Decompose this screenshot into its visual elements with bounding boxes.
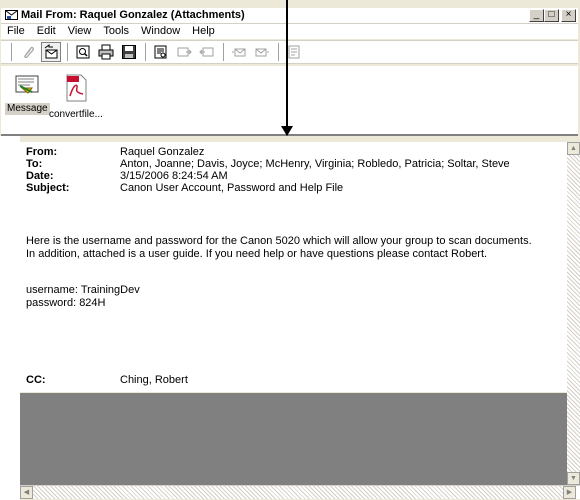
next-message-icon[interactable]: [252, 42, 272, 62]
close-button[interactable]: ×: [561, 9, 576, 22]
from-label: From:: [26, 146, 58, 158]
pdf-file-icon: [66, 74, 87, 102]
menu-view[interactable]: View: [62, 24, 98, 39]
scroll-right-icon[interactable]: ▶: [563, 486, 576, 499]
date-label: Date:: [26, 170, 54, 182]
find-icon[interactable]: [151, 42, 171, 62]
scroll-left-icon[interactable]: ◀: [20, 486, 33, 499]
annotation-arrow-head: [281, 126, 293, 136]
menu-file[interactable]: File: [1, 24, 31, 39]
toolbar-separator: [145, 43, 146, 61]
vertical-scrollbar[interactable]: ▲ ▼: [567, 142, 580, 485]
to-row: To: Anton, Joanne; Davis, Joyce; McHenry…: [26, 158, 510, 170]
mail-window: Mail From: Raquel Gonzalez (Attachments)…: [0, 0, 580, 500]
body-line-2: In addition, attached is a user guide. I…: [26, 248, 488, 260]
subject-value: Canon User Account, Password and Help Fi…: [120, 182, 344, 194]
minimize-button[interactable]: _: [529, 9, 544, 22]
cc-row: CC: Ching, Robert: [26, 374, 188, 386]
mail-app-icon: [5, 10, 18, 20]
toolbar-separator: [223, 43, 224, 61]
empty-pane-area: [20, 393, 567, 485]
annotation-arrow-line: [286, 0, 288, 135]
print-icon[interactable]: [96, 42, 116, 62]
message-pane[interactable]: From: Raquel Gonzalez To: Anton, Joanne;…: [20, 142, 567, 392]
menu-bar: File Edit View Tools Window Help: [1, 24, 578, 39]
attachment-label: Message: [5, 103, 50, 115]
toolbar-separator: [278, 43, 279, 61]
window-controls: _ □ ×: [529, 9, 576, 22]
to-value: Anton, Joanne; Davis, Joyce; McHenry, Vi…: [120, 158, 510, 170]
from-value: Raquel Gonzalez: [120, 146, 205, 158]
save-icon[interactable]: [119, 42, 139, 62]
body-password: password: 824H: [26, 297, 106, 309]
toolbar-grip[interactable]: [7, 43, 12, 61]
to-label: To:: [26, 158, 43, 170]
toolbar: [1, 40, 578, 64]
subject-row: Subject: Canon User Account, Password an…: [26, 182, 343, 194]
scroll-down-icon[interactable]: ▼: [567, 472, 580, 485]
cc-value: Ching, Robert: [120, 374, 188, 386]
forward-icon[interactable]: [174, 42, 194, 62]
preview-icon[interactable]: [73, 42, 93, 62]
scroll-track[interactable]: [567, 155, 580, 472]
left-gutter: [0, 136, 20, 500]
body-line-1: Here is the username and password for th…: [26, 235, 532, 247]
menu-help[interactable]: Help: [186, 24, 221, 39]
maximize-button[interactable]: □: [544, 9, 559, 22]
message-envelope-icon: [15, 75, 39, 94]
toolbar-separator: [67, 43, 68, 61]
attach-paperclip-icon[interactable]: [18, 42, 38, 62]
scroll-up-icon[interactable]: ▲: [567, 142, 580, 155]
scroll-track[interactable]: [33, 486, 563, 499]
title-bar[interactable]: Mail From: Raquel Gonzalez (Attachments)…: [1, 8, 578, 24]
from-row: From: Raquel Gonzalez: [26, 146, 204, 158]
back-icon[interactable]: [197, 42, 217, 62]
window-title: Mail From: Raquel Gonzalez (Attachments): [21, 9, 245, 21]
menu-edit[interactable]: Edit: [31, 24, 62, 39]
cc-label: CC:: [26, 374, 46, 386]
date-row: Date: 3/15/2006 8:24:54 AM: [26, 170, 228, 182]
horizontal-scrollbar[interactable]: ◀ ▶: [20, 485, 580, 499]
attachment-label: convertfile...: [49, 109, 103, 120]
reply-all-icon[interactable]: [41, 42, 61, 62]
menu-tools[interactable]: Tools: [97, 24, 135, 39]
subject-label: Subject:: [26, 182, 70, 194]
previous-message-icon[interactable]: [229, 42, 249, 62]
menu-window[interactable]: Window: [135, 24, 186, 39]
body-username: username: TrainingDev: [26, 284, 140, 296]
attachment-message[interactable]: Message: [5, 74, 50, 115]
attachment-pdf[interactable]: convertfile...: [49, 74, 103, 121]
date-value: 3/15/2006 8:24:54 AM: [120, 170, 228, 182]
